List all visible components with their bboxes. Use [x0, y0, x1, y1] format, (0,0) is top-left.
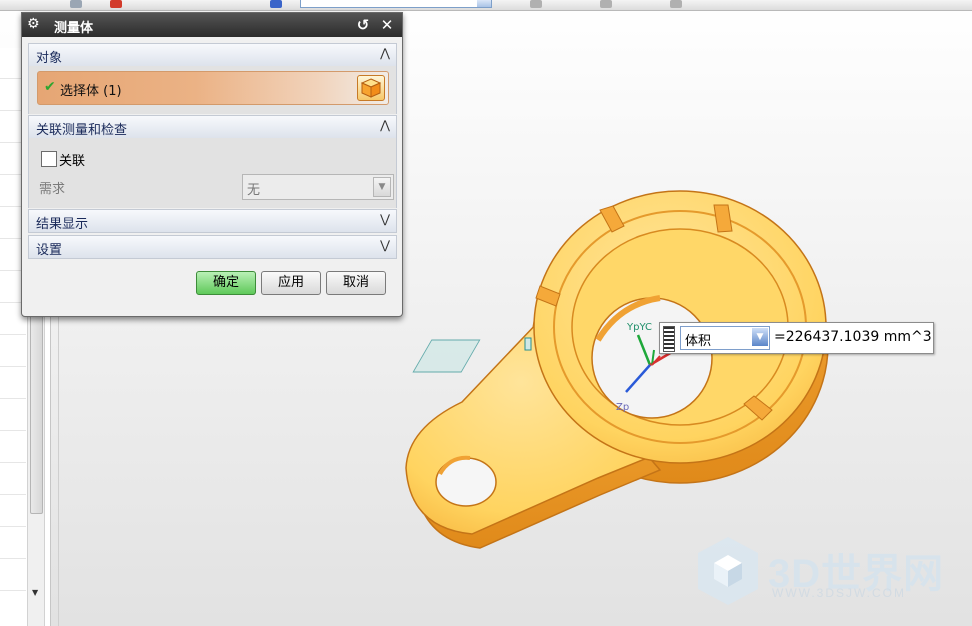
- requirement-value: 无: [247, 183, 261, 198]
- part-body[interactable]: [405, 190, 829, 549]
- section-settings-label: 设置: [36, 243, 63, 258]
- section-results-header[interactable]: 结果显示 ⋁: [28, 209, 397, 233]
- chevron-down-icon[interactable]: ▼: [373, 177, 391, 197]
- cube-icon: [360, 78, 382, 98]
- reset-icon[interactable]: ↺: [354, 16, 372, 34]
- section-settings-header[interactable]: 设置 ⋁: [28, 235, 397, 259]
- section-object-header[interactable]: 对象 ⋀: [28, 43, 397, 67]
- associative-checkbox[interactable]: [41, 151, 57, 167]
- section-results-label: 结果显示: [36, 217, 89, 232]
- associative-label: 关联: [59, 154, 86, 169]
- triad-plane-edge: [524, 337, 532, 351]
- close-icon[interactable]: ✕: [378, 16, 396, 34]
- property-select[interactable]: 体积 ▼: [680, 326, 770, 350]
- select-body-row[interactable]: ✔ 选择体 (1): [37, 71, 389, 105]
- check-icon: ✔: [44, 79, 56, 95]
- triad-z-label: Zp: [616, 402, 629, 413]
- dialog-title: 测量体: [54, 21, 94, 36]
- expand-icon[interactable]: ⋁: [378, 238, 392, 252]
- watermark-url: WWW.3DSJW.COM: [772, 586, 906, 600]
- gear-icon[interactable]: ⚙: [27, 16, 40, 32]
- watermark-logo-icon: [698, 537, 758, 605]
- requirement-select[interactable]: 无 ▼: [242, 174, 394, 200]
- drag-grip-icon[interactable]: [663, 326, 675, 352]
- section-related-label: 关联测量和检查: [36, 123, 128, 138]
- ok-button[interactable]: 确定: [196, 271, 256, 295]
- apply-button[interactable]: 应用: [261, 271, 321, 295]
- watermark: 3D世界网 WWW.3DSJW.COM: [690, 533, 950, 613]
- collapse-icon[interactable]: ⋀: [378, 46, 392, 60]
- triad-y-label: YpYC: [626, 322, 652, 333]
- section-related-header[interactable]: 关联测量和检查 ⋀: [28, 115, 397, 139]
- section-related-body: 关联 需求 无 ▼: [28, 138, 397, 208]
- requirement-label: 需求: [39, 182, 66, 197]
- collapse-icon[interactable]: ⋀: [378, 118, 392, 132]
- select-body-button[interactable]: [357, 75, 385, 101]
- measure-body-dialog: ⚙ 测量体 ↺ ✕ 对象 ⋀ ✔ 选择体 (1) 关联测量和检查 ⋀ 关联 需求: [21, 12, 403, 317]
- cancel-button[interactable]: 取消: [326, 271, 386, 295]
- chevron-down-icon[interactable]: ▼: [752, 328, 768, 346]
- section-object-label: 对象: [36, 51, 63, 66]
- expand-icon[interactable]: ⋁: [378, 212, 392, 226]
- select-body-label: 选择体 (1): [60, 84, 122, 99]
- volume-value: =226437.1039 mm^3: [774, 329, 932, 345]
- property-select-value: 体积: [685, 334, 712, 349]
- measurement-readout[interactable]: 体积 ▼ =226437.1039 mm^3: [659, 322, 934, 354]
- dialog-titlebar[interactable]: ⚙ 测量体 ↺ ✕: [22, 13, 402, 37]
- section-object-body: ✔ 选择体 (1): [28, 66, 397, 114]
